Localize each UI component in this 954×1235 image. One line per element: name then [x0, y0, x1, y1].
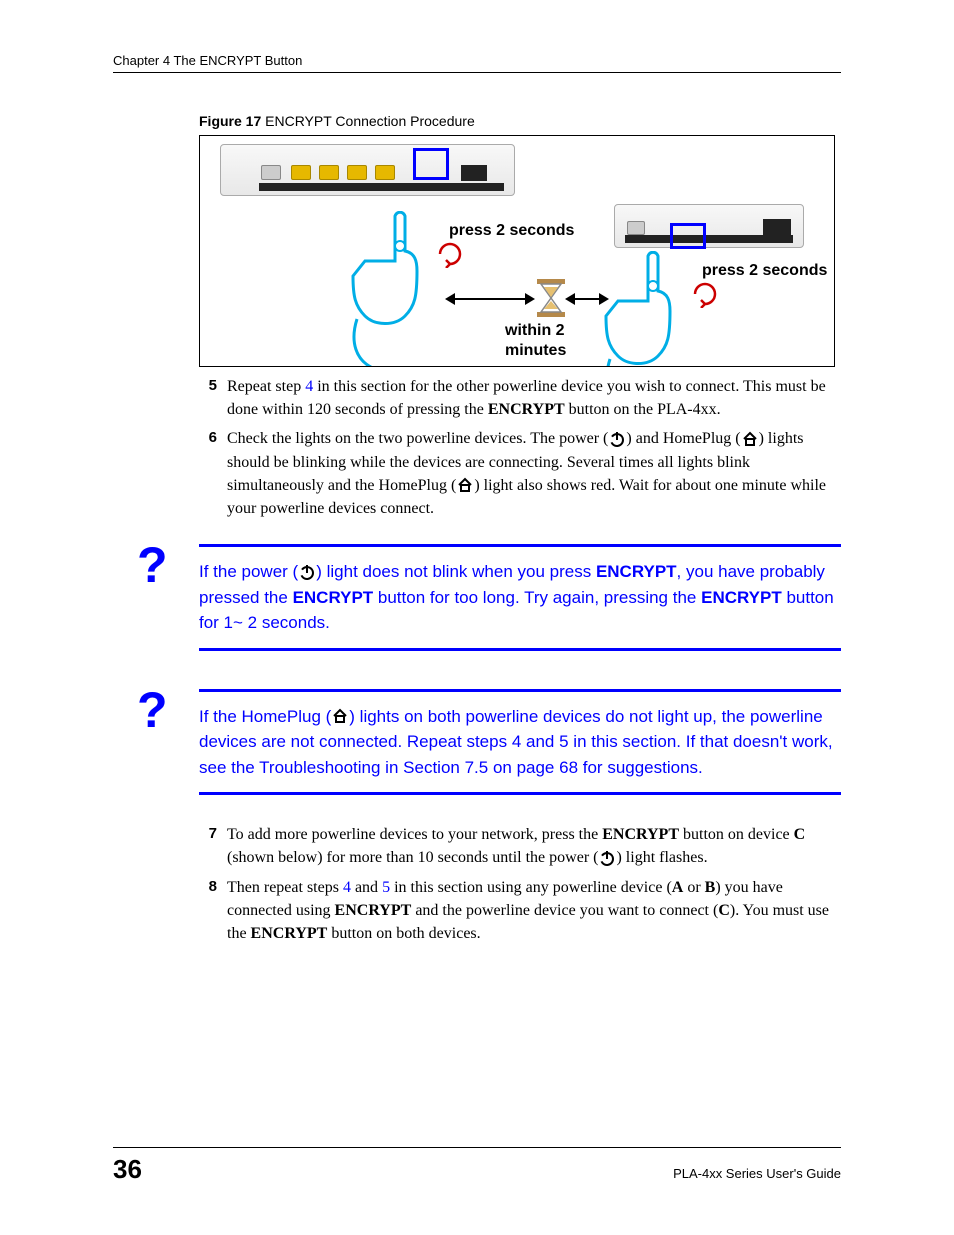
double-arrow-left	[455, 298, 525, 300]
port-icon	[627, 221, 645, 235]
step-7: 7 To add more powerline devices to your …	[199, 823, 841, 869]
port-icon	[319, 165, 339, 180]
document-title: PLA-4xx Series User's Guide	[673, 1166, 841, 1181]
port-icon	[291, 165, 311, 180]
tip-text: If the HomePlug () lights on both powerl…	[199, 704, 841, 781]
within-label-2: minutes	[505, 342, 566, 360]
label-strip	[259, 183, 504, 191]
tip-block-1: ? If the power () light does not blink w…	[113, 544, 841, 651]
figure-title: ENCRYPT Connection Procedure	[261, 113, 474, 129]
double-arrow-right	[575, 298, 599, 300]
figure-17-diagram: press 2 seconds press 2 seconds	[199, 135, 835, 367]
xref-link[interactable]: 4	[305, 378, 313, 395]
step-6: 6 Check the lights on the two powerline …	[199, 427, 841, 520]
step-number: 5	[199, 375, 227, 421]
page-number: 36	[113, 1154, 142, 1185]
xref-link[interactable]: 5	[559, 732, 568, 751]
tip-rule	[199, 689, 841, 692]
homeplug-icon	[331, 707, 349, 725]
tip-rule	[199, 792, 841, 795]
question-icon: ?	[137, 536, 168, 594]
footer-rule	[113, 1147, 841, 1148]
figure-caption: Figure 17 ENCRYPT Connection Procedure	[199, 113, 841, 129]
tip-text: If the power () light does not blink whe…	[199, 559, 841, 636]
step-number: 6	[199, 427, 227, 520]
chapter-header: Chapter 4 The ENCRYPT Button	[113, 53, 841, 72]
curved-arrow-icon	[436, 240, 464, 268]
device-b-illustration	[614, 204, 804, 248]
power-icon	[608, 430, 626, 448]
press-label-1: press 2 seconds	[449, 222, 574, 240]
encrypt-button-highlight	[413, 148, 449, 180]
port-icon	[375, 165, 395, 180]
xref-link[interactable]: 4	[512, 732, 521, 751]
label-strip	[625, 235, 793, 243]
hand-icon	[345, 211, 430, 367]
hourglass-icon	[533, 279, 569, 317]
port-icon	[461, 165, 487, 181]
step-text: To add more powerline devices to your ne…	[227, 823, 841, 869]
within-label-1: within 2	[505, 322, 565, 340]
step-text: Repeat step 4 in this section for the ot…	[227, 375, 841, 421]
homeplug-icon	[741, 430, 759, 448]
step-number: 7	[199, 823, 227, 869]
page-footer: 36 PLA-4xx Series User's Guide	[113, 1147, 841, 1185]
port-icon	[763, 219, 791, 235]
figure-number: Figure 17	[199, 113, 261, 129]
tip-rule	[199, 648, 841, 651]
header-rule	[113, 72, 841, 73]
step-5: 5 Repeat step 4 in this section for the …	[199, 375, 841, 421]
port-icon	[347, 165, 367, 180]
step-number: 8	[199, 876, 227, 946]
port-icon	[261, 165, 281, 180]
power-icon	[598, 849, 616, 867]
tip-block-2: ? If the HomePlug () lights on both powe…	[113, 689, 841, 796]
power-icon	[298, 563, 316, 581]
homeplug-icon	[456, 476, 474, 494]
question-icon: ?	[137, 681, 168, 739]
step-text: Check the lights on the two powerline de…	[227, 427, 841, 520]
encrypt-button-highlight	[670, 223, 706, 249]
step-text: Then repeat steps 4 and 5 in this sectio…	[227, 876, 841, 946]
xref-link[interactable]: 4	[343, 879, 351, 896]
curved-arrow-icon	[691, 280, 719, 308]
step-list-2: 7 To add more powerline devices to your …	[199, 823, 841, 945]
device-a-illustration	[220, 144, 515, 196]
hand-icon	[598, 251, 683, 367]
step-8: 8 Then repeat steps 4 and 5 in this sect…	[199, 876, 841, 946]
xref-link[interactable]: 5	[382, 879, 390, 896]
tip-rule	[199, 544, 841, 547]
xref-link[interactable]: Section 7.5 on page 68	[403, 758, 578, 777]
press-label-2: press 2 seconds	[702, 262, 827, 280]
step-list-1: 5 Repeat step 4 in this section for the …	[199, 375, 841, 520]
